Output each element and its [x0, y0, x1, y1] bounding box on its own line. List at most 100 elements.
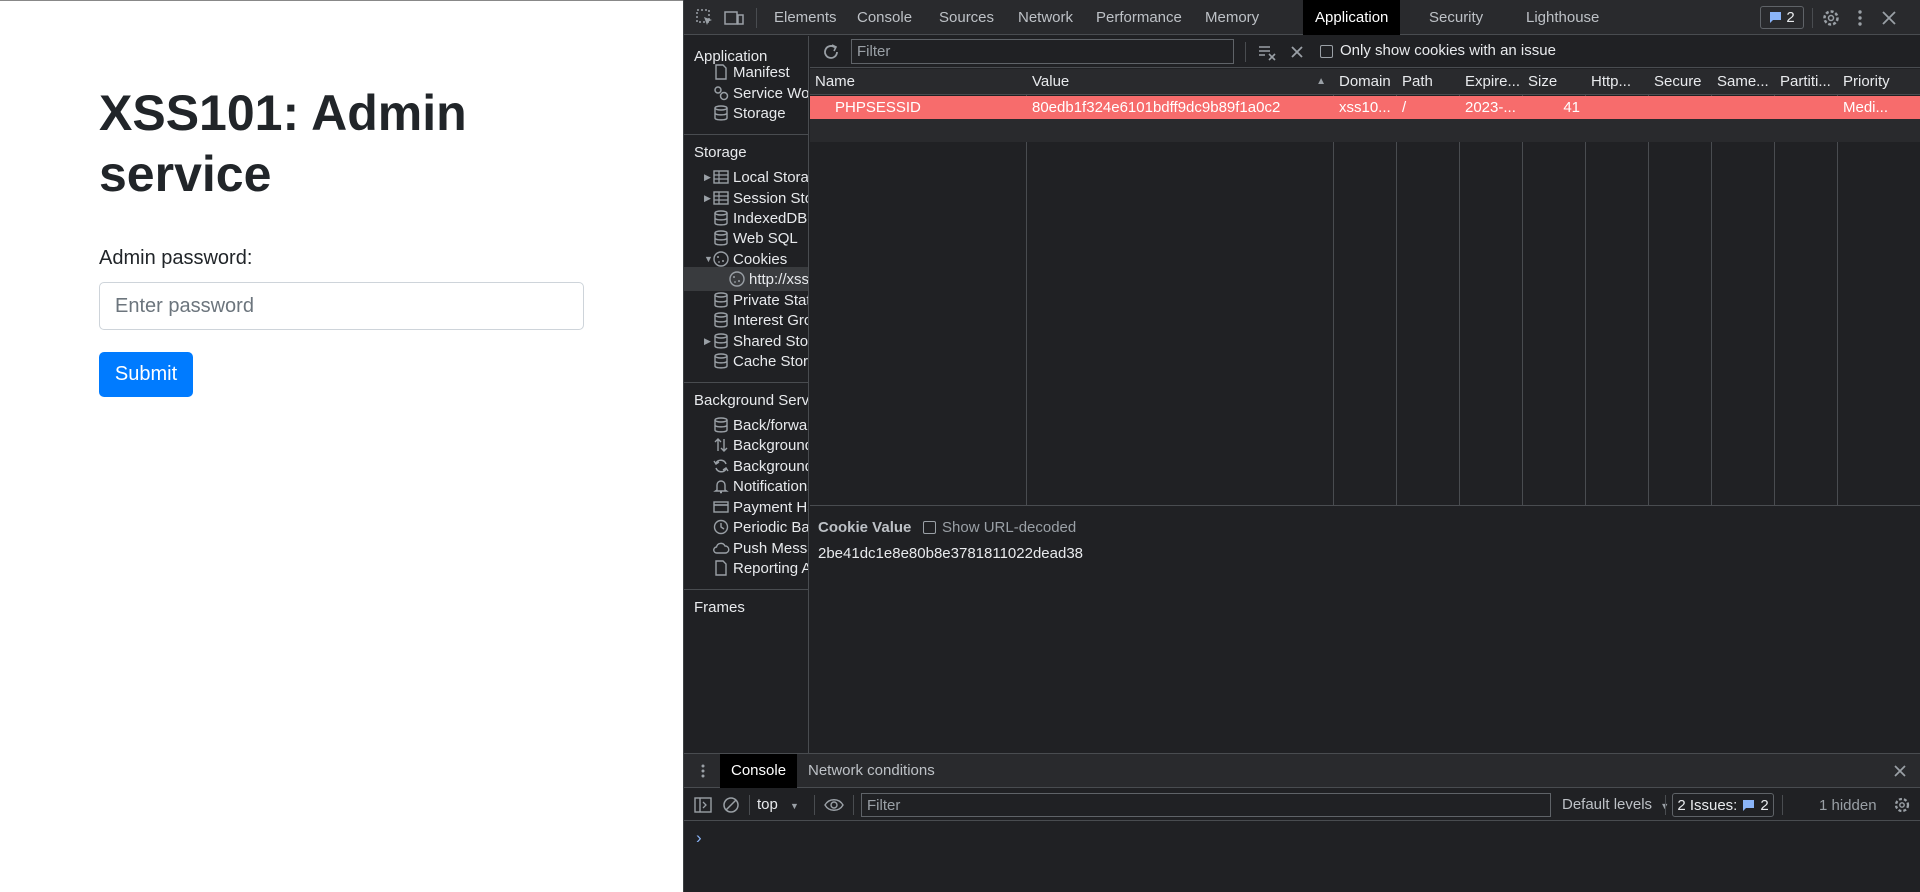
drawer-tab-network-conditions[interactable]: Network conditions [797, 754, 946, 788]
header-expires[interactable]: Expire... [1460, 69, 1523, 95]
close-devtools-icon[interactable] [1878, 7, 1900, 29]
password-input[interactable] [99, 282, 584, 330]
cell-name: PHPSESSID [835, 99, 921, 116]
header-path[interactable]: Path [1397, 69, 1460, 95]
database-icon [714, 105, 728, 121]
log-levels-dropdown[interactable]: Default levels ▼ [1562, 789, 1669, 821]
header-samesite[interactable]: Same... [1712, 69, 1775, 95]
tab-console[interactable]: Console [845, 0, 924, 35]
toolbar-separator [1782, 795, 1783, 815]
tab-elements[interactable]: Elements [762, 0, 849, 35]
cell-value: 80edb1f324e6101bdff9dc9b89f1a0c2 [1032, 99, 1281, 116]
console-issues-button[interactable]: 2 Issues: 2 [1672, 793, 1774, 817]
tab-security[interactable]: Security [1417, 0, 1495, 35]
settings-gear-icon[interactable] [1820, 7, 1842, 29]
close-drawer-icon[interactable] [1891, 762, 1909, 780]
header-domain[interactable]: Domain [1334, 69, 1397, 95]
console-filter-input[interactable] [861, 793, 1551, 817]
tab-sources[interactable]: Sources [927, 0, 1006, 35]
application-sidebar: Application Manifest Service Workers Sto… [684, 36, 809, 753]
tab-lighthouse[interactable]: Lighthouse [1514, 0, 1611, 35]
database-icon [714, 312, 728, 328]
toolbar-separator [1812, 8, 1813, 28]
console-toolbar: top ▼ Default levels ▼ 2 Issues: 2 1 hid… [684, 789, 1920, 821]
cloud-icon [713, 542, 730, 554]
header-partition-key[interactable]: Partiti... [1775, 69, 1838, 95]
cell-domain: xss10... [1339, 99, 1391, 116]
delete-selected-icon[interactable] [1286, 41, 1308, 63]
header-name[interactable]: Name [810, 69, 1027, 95]
cookie-value-title: Cookie Value [818, 519, 912, 536]
toolbar-separator [1245, 42, 1246, 62]
cookie-value-text[interactable]: 2be41dc1e8e80b8e3781811022dead38 [818, 545, 1083, 562]
issues-badge[interactable]: 2 [1760, 6, 1804, 29]
toolbar-separator [756, 8, 757, 28]
expand-arrow-icon[interactable]: ▶ [704, 172, 711, 183]
section-storage: Storage [694, 144, 747, 161]
tab-memory[interactable]: Memory [1193, 0, 1271, 35]
console-drawer: Console Network conditions top ▼ Filter … [684, 753, 1920, 892]
issues-count: 2 [1786, 9, 1795, 26]
console-prompt-icon[interactable]: › [696, 828, 702, 848]
table-icon [713, 191, 729, 205]
header-httponly[interactable]: Http... [1586, 69, 1649, 95]
sort-ascending-icon: ▲ [1316, 76, 1326, 87]
tab-network[interactable]: Network [1006, 0, 1085, 35]
live-expression-eye-icon[interactable] [823, 795, 845, 815]
drawer-tab-console[interactable]: Console [720, 754, 798, 788]
show-url-decoded-checkbox[interactable] [923, 521, 936, 534]
database-icon [714, 292, 728, 308]
header-priority[interactable]: Priority [1838, 69, 1920, 95]
toolbar-separator [853, 795, 854, 815]
table-header: Name Value ▲ Domain Path Expire... Size … [810, 69, 1920, 95]
submit-button[interactable]: Submit [99, 352, 193, 397]
toolbar-separator [1665, 795, 1666, 815]
cookie-icon [713, 251, 729, 267]
credit-card-icon [713, 501, 729, 513]
empty-row [810, 119, 1920, 142]
more-options-icon[interactable] [1849, 7, 1871, 29]
toolbar-separator [814, 795, 815, 815]
database-icon [714, 333, 728, 349]
clear-console-icon[interactable] [721, 795, 741, 815]
page-title: XSS101: Admin service [99, 85, 467, 202]
cookies-table: Name Value ▲ Domain Path Expire... Size … [810, 69, 1920, 505]
only-issues-checkbox[interactable] [1320, 45, 1333, 58]
sidebar-item-reporting-api[interactable]: Reporting API [684, 556, 808, 580]
table-row[interactable]: PHPSESSID 80edb1f324e6101bdff9dc9b89f1a0… [810, 96, 1920, 119]
cell-httponly [1586, 96, 1649, 119]
sync-icon [713, 459, 729, 473]
sidebar-toggle-icon[interactable] [693, 795, 713, 815]
refresh-icon[interactable] [820, 41, 842, 63]
sidebar-item-cache-storage[interactable]: Cache Storage [684, 349, 808, 373]
context-selector[interactable]: top ▼ [757, 789, 799, 821]
cell-priority: Medi... [1843, 99, 1889, 116]
sidebar-divider [684, 382, 808, 383]
header-size[interactable]: Size [1523, 69, 1586, 95]
cookie-icon [729, 271, 745, 287]
password-label: Admin password: [99, 247, 253, 269]
expand-arrow-icon[interactable]: ▶ [704, 193, 711, 204]
sidebar-item-storage[interactable]: Storage [684, 101, 808, 125]
cell-secure [1649, 96, 1712, 119]
gears-icon [714, 86, 729, 101]
cell-partition-key [1775, 96, 1838, 119]
tab-application[interactable]: Application [1303, 0, 1401, 35]
message-icon [1743, 799, 1755, 811]
section-frames: Frames [694, 599, 745, 616]
cookies-filter-input[interactable] [851, 39, 1234, 64]
expand-arrow-icon[interactable]: ▶ [704, 336, 711, 347]
clear-all-cookies-icon[interactable] [1256, 41, 1278, 63]
tab-performance[interactable]: Performance [1084, 0, 1194, 35]
web-page: XSS101: Admin service Admin password: Su… [0, 0, 683, 892]
header-secure[interactable]: Secure [1649, 69, 1712, 95]
console-settings-gear-icon[interactable] [1892, 795, 1912, 815]
inspect-element-icon[interactable] [694, 7, 716, 29]
drawer-menu-icon[interactable] [694, 762, 712, 780]
header-value[interactable]: Value ▲ [1027, 69, 1334, 95]
drawer-tabbar: Console Network conditions [684, 754, 1920, 788]
only-issues-label: Only show cookies with an issue [1340, 42, 1556, 59]
up-down-arrows-icon [714, 438, 728, 452]
device-toolbar-icon[interactable] [723, 7, 745, 29]
document-icon [715, 560, 727, 576]
